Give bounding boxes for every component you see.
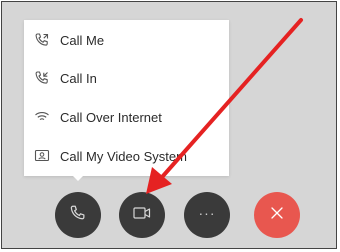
menu-item-label: Call Me <box>60 32 105 48</box>
ellipsis-icon: ··· <box>198 205 216 221</box>
wifi-icon <box>34 109 50 125</box>
menu-item-call-my-video-system[interactable]: Call My Video System <box>24 137 229 175</box>
call-options-menu: Call Me Call In Call Over Internet Call … <box>24 20 229 176</box>
phone-icon <box>69 204 87 227</box>
menu-pointer <box>71 174 85 181</box>
close-icon <box>270 206 284 225</box>
audio-button[interactable] <box>55 192 101 238</box>
video-system-icon <box>34 148 50 164</box>
menu-item-label: Call In <box>60 70 97 86</box>
more-options-button[interactable]: ··· <box>184 192 230 238</box>
leave-meeting-button[interactable] <box>254 192 300 238</box>
meeting-panel: Call Me Call In Call Over Internet Call … <box>1 1 337 249</box>
menu-item-label: Call My Video System <box>60 148 187 164</box>
menu-item-call-in[interactable]: Call In <box>24 59 229 97</box>
phone-outgoing-icon <box>34 32 50 48</box>
video-button[interactable] <box>119 192 165 238</box>
menu-item-call-over-internet[interactable]: Call Over Internet <box>24 98 229 136</box>
phone-incoming-icon <box>34 70 50 86</box>
menu-item-call-me[interactable]: Call Me <box>24 21 229 59</box>
menu-item-label: Call Over Internet <box>60 109 162 125</box>
video-camera-icon <box>133 206 151 225</box>
